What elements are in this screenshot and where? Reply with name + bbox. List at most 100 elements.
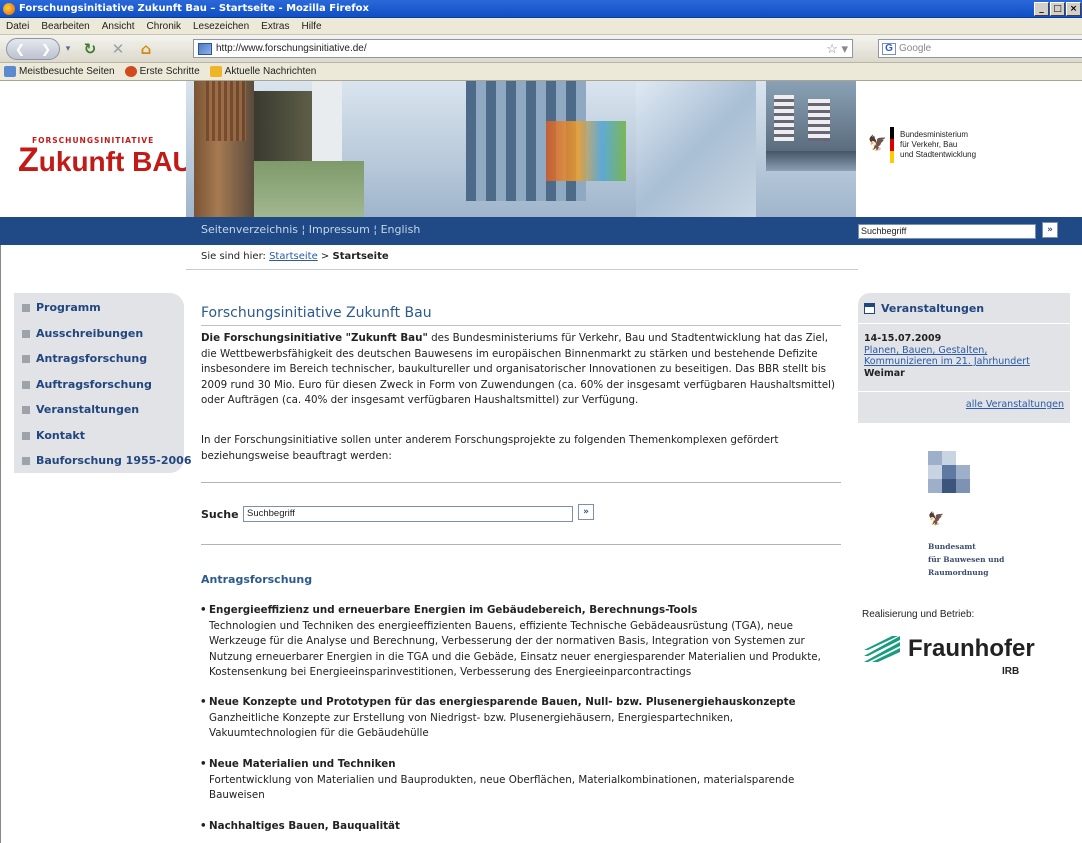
menu-hilfe[interactable]: Hilfe	[296, 21, 328, 32]
logo-wordmark: Zukunft BAU	[18, 143, 193, 177]
menu-ansicht[interactable]: Ansicht	[96, 21, 141, 32]
divider	[858, 391, 1070, 392]
bookmark-aktuelle-nachrichten[interactable]: Aktuelle Nachrichten	[209, 66, 317, 77]
home-icon[interactable]: ⌂	[132, 38, 160, 60]
nav-item-kontakt[interactable]: Kontakt	[22, 429, 85, 442]
nav-item-label[interactable]: Ausschreibungen	[36, 327, 143, 340]
breadcrumb-link-startseite[interactable]: Startseite	[269, 251, 318, 262]
fraunhofer-logo[interactable]: Fraunhofer	[862, 634, 1035, 664]
site-search-input[interactable]: Suchbegriff	[858, 224, 1036, 239]
logo-square	[942, 451, 956, 465]
bullet-square-icon	[22, 380, 30, 389]
url-text[interactable]: http://www.forschungsinitiative.de/	[216, 43, 367, 54]
nav-item-antragsforschung[interactable]: Antragsforschung	[22, 352, 147, 365]
back-arrow-icon[interactable]: ❮	[15, 42, 25, 56]
breadcrumb: Sie sind hier: Startseite > Startseite	[201, 251, 389, 262]
bookmark-erste-schritte[interactable]: Erste Schritte	[124, 66, 200, 77]
topic-item: • Nachhaltiges Bauen, Bauqualität	[200, 819, 835, 835]
topic-text: Technologien und Techniken des energieef…	[209, 619, 821, 679]
all-events-link[interactable]: alle Veranstaltungen	[966, 399, 1064, 410]
topic-title: Neue Materialien und Techniken	[209, 758, 396, 770]
logo-square	[956, 479, 970, 493]
intro-bold: Die Forschungsinitiative "Zukunft Bau"	[201, 332, 428, 344]
logo-bau: BAU	[132, 146, 193, 177]
google-icon[interactable]: G	[882, 42, 896, 55]
bbr-line: für Bauwesen und	[928, 555, 1005, 564]
bullet-square-icon	[22, 456, 30, 465]
stop-icon[interactable]: ✕	[104, 38, 132, 60]
site-logo[interactable]: FORSCHUNGSINITIATIVE Zukunft BAU	[18, 136, 193, 177]
event-date: 14-15.07.2009	[864, 333, 942, 344]
nav-item-programm[interactable]: Programm	[22, 301, 101, 314]
nav-item-label[interactable]: Antragsforschung	[36, 352, 147, 365]
logo-subtitle: FORSCHUNGSINITIATIVE	[32, 136, 155, 145]
topic-text: Fortentwicklung von Materialien und Baup…	[209, 773, 795, 802]
menu-chronik[interactable]: Chronik	[141, 21, 187, 32]
menu-bar: Datei Bearbeiten Ansicht Chronik Lesezei…	[0, 18, 1082, 35]
federal-eagle-icon: 🦅	[868, 134, 887, 152]
nav-item-ausschreibungen[interactable]: Ausschreibungen	[22, 327, 143, 340]
bookmark-label[interactable]: Aktuelle Nachrichten	[225, 66, 317, 77]
nav-item-label[interactable]: Veranstaltungen	[36, 403, 139, 416]
logo-square	[956, 465, 970, 479]
bookmark-star-icon[interactable]: ☆ ▾	[826, 41, 848, 57]
menu-bearbeiten[interactable]: Bearbeiten	[35, 21, 95, 32]
bullet-icon: •	[200, 696, 207, 708]
maximize-button[interactable]: □	[1050, 2, 1065, 16]
browser-search-field[interactable]: G Google	[878, 39, 1082, 58]
logo-square	[928, 479, 942, 493]
logo-square	[942, 479, 956, 493]
ministry-logo[interactable]: 🦅 Bundesministerium für Verkehr, Bau und…	[858, 81, 1082, 217]
bookmark-meistbesuchte[interactable]: Meistbesuchte Seiten	[4, 66, 115, 77]
building-photo-facade	[206, 81, 246, 141]
irb-label: IRB	[1002, 666, 1020, 677]
nav-item-label[interactable]: Auftragsforschung	[36, 378, 152, 391]
nav-item-auftragsforschung[interactable]: Auftragsforschung	[22, 378, 152, 391]
colored-facade-photo	[546, 121, 626, 181]
event-link[interactable]: Planen, Bauen, Gestalten, Kommunizieren …	[864, 345, 1064, 367]
nav-item-label[interactable]: Bauforschung 1955-2006	[36, 454, 191, 467]
events-box: Veranstaltungen 14-15.07.2009 Planen, Ba…	[858, 293, 1070, 423]
breadcrumb-current: Startseite	[332, 251, 389, 262]
topic-item: • Neue Konzepte und Prototypen für das e…	[200, 695, 835, 742]
close-button[interactable]: ×	[1066, 2, 1081, 16]
url-bar[interactable]: http://www.forschungsinitiative.de/ ☆ ▾	[193, 39, 853, 58]
nav-item-label[interactable]: Kontakt	[36, 429, 85, 442]
service-links[interactable]: Seitenverzeichnis ¦ Impressum ¦ English	[201, 223, 420, 236]
minimize-button[interactable]: _	[1034, 2, 1049, 16]
browser-search-placeholder[interactable]: Google	[899, 43, 931, 54]
ministry-name: Bundesministerium für Verkehr, Bau und S…	[900, 130, 976, 160]
bullet-icon: •	[200, 820, 207, 832]
menu-lesezeichen[interactable]: Lesezeichen	[187, 21, 255, 32]
bullet-icon: •	[200, 758, 207, 770]
forward-arrow-icon[interactable]: ❯	[41, 42, 51, 56]
intro-paragraph: Die Forschungsinitiative "Zukunft Bau" d…	[201, 331, 843, 409]
section-title: Antragsforschung	[201, 573, 313, 586]
bookmark-label[interactable]: Erste Schritte	[140, 66, 200, 77]
nav-item-bauforschung[interactable]: Bauforschung 1955-2006	[22, 454, 191, 467]
content-search-input[interactable]: Suchbegriff	[243, 506, 573, 522]
breadcrumb-separator: >	[320, 251, 330, 262]
menu-datei[interactable]: Datei	[0, 21, 35, 32]
site-search-button[interactable]: »	[1042, 222, 1058, 238]
divider	[201, 482, 841, 483]
history-dropdown-icon[interactable]: ▾	[60, 38, 76, 60]
logo-z: Z	[18, 141, 39, 179]
back-forward-buttons[interactable]: ❮ ❯	[6, 37, 60, 60]
reload-icon[interactable]: ↻	[76, 38, 104, 60]
sky-photo	[636, 81, 756, 217]
bullet-icon: •	[200, 604, 207, 616]
topic-item: • Engergieeffizienz und erneuerbare Ener…	[200, 603, 835, 681]
firefox-icon	[3, 2, 15, 15]
events-title: Veranstaltungen	[881, 302, 985, 315]
bbr-name: Bundesamt für Bauwesen und Raumordnung	[928, 540, 1004, 579]
window-titlebar: Forschungsinitiative Zukunft Bau – Start…	[0, 0, 1082, 18]
nav-item-veranstaltungen[interactable]: Veranstaltungen	[22, 403, 139, 416]
grass-photo	[254, 161, 364, 217]
bookmark-label[interactable]: Meistbesuchte Seiten	[19, 66, 115, 77]
events-header: Veranstaltungen	[864, 302, 984, 315]
content-search-button[interactable]: »	[578, 504, 594, 520]
navigation-toolbar: ❮ ❯ ▾ ↻ ✕ ⌂ http://www.forschungsinitiat…	[0, 35, 1082, 63]
nav-item-label[interactable]: Programm	[36, 301, 101, 314]
menu-extras[interactable]: Extras	[255, 21, 295, 32]
